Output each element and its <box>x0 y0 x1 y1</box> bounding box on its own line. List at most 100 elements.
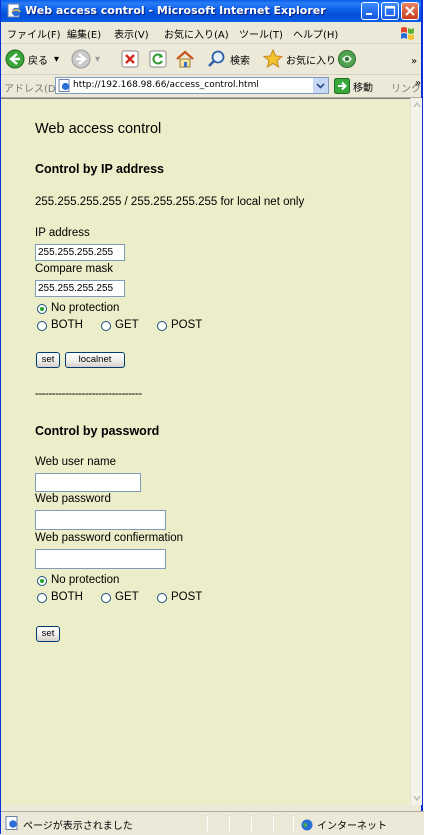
forward-arrow-icon <box>71 49 91 69</box>
search-button[interactable]: 検索 <box>207 48 250 70</box>
stop-button[interactable] <box>121 48 139 70</box>
radio-icon <box>37 593 47 603</box>
password-set-button[interactable]: set <box>36 626 60 642</box>
status-bar: ページが表示されました インターネット <box>1 811 424 835</box>
forward-dropdown-icon[interactable]: ▾ <box>95 54 100 65</box>
media-icon <box>338 50 356 68</box>
page-heading: Web access control <box>35 121 162 137</box>
status-divider <box>207 815 208 831</box>
status-divider <box>229 815 230 831</box>
stop-icon <box>121 50 139 68</box>
pw-radio-get-label: GET <box>115 591 139 603</box>
search-icon <box>208 50 225 67</box>
ie-document-icon <box>7 3 21 18</box>
status-divider <box>273 815 274 831</box>
ip-address-label: IP address <box>35 227 90 239</box>
radio-selected-icon <box>37 304 47 314</box>
menu-help[interactable]: ヘルプ(H) <box>293 26 338 41</box>
ip-radio-both-label: BOTH <box>51 319 83 331</box>
go-arrow-icon <box>334 78 350 94</box>
scroll-down-icon[interactable] <box>412 792 422 804</box>
web-user-name-input[interactable] <box>35 473 141 492</box>
radio-icon <box>37 321 47 331</box>
status-zone-label: インターネット <box>317 821 387 832</box>
address-url: http://192.168.98.66/access_control.html <box>73 80 259 90</box>
compare-mask-label: Compare mask <box>35 263 113 275</box>
address-dropdown-button[interactable] <box>313 78 328 93</box>
home-icon <box>176 50 194 68</box>
pw-radio-both-label: BOTH <box>51 591 83 603</box>
scroll-up-icon[interactable] <box>412 99 422 111</box>
maximize-icon <box>384 5 396 17</box>
section-separator: -------------------------------- <box>35 388 142 400</box>
web-password-confirm-label: Web password confiermation <box>35 532 184 544</box>
pw-radio-no-protection-label: No protection <box>51 574 120 586</box>
web-password-label: Web password <box>35 493 111 505</box>
ip-radio-get-label: GET <box>115 319 139 331</box>
menu-edit[interactable]: 編集(E) <box>67 26 101 41</box>
window-title: Web access control - Microsoft Internet … <box>25 4 326 17</box>
toolbar-chevron-icon[interactable]: » <box>411 50 417 72</box>
radio-icon <box>101 593 111 603</box>
ip-radio-no-protection-label: No protection <box>51 302 120 314</box>
address-label: アドレス(D) <box>4 84 60 95</box>
back-label: 戻る <box>28 55 48 67</box>
search-label: 検索 <box>230 55 250 67</box>
menu-view[interactable]: 表示(V) <box>114 26 149 41</box>
back-button[interactable]: 戻る ▾ <box>5 48 59 70</box>
links-chevron-icon[interactable]: » <box>415 78 421 89</box>
back-arrow-icon <box>5 49 25 69</box>
menu-favorites[interactable]: お気に入り(A) <box>164 26 229 41</box>
web-password-input[interactable] <box>35 510 166 530</box>
ip-section-title: Control by IP address <box>35 162 164 176</box>
menu-bar: ファイル(F) 編集(E) 表示(V) お気に入り(A) ツール(T) ヘルプ(… <box>1 22 421 44</box>
radio-selected-icon <box>37 576 47 586</box>
pw-radio-post-label: POST <box>171 591 203 603</box>
page-content: Web access control Control by IP address… <box>1 98 410 805</box>
maximize-button[interactable] <box>381 2 399 20</box>
close-icon <box>405 6 415 16</box>
go-label: 移動 <box>353 82 373 94</box>
status-message: ページが表示されました <box>23 821 133 832</box>
ip-section-note: 255.255.255.255 / 255.255.255.255 for lo… <box>35 196 305 208</box>
refresh-icon <box>149 50 167 68</box>
vertical-scrollbar[interactable] <box>410 98 422 805</box>
page-done-icon <box>5 816 18 830</box>
back-dropdown-icon[interactable]: ▾ <box>54 54 59 65</box>
favorites-label: お気に入り <box>286 55 336 67</box>
browser-window: Web access control - Microsoft Internet … <box>0 0 424 835</box>
go-button[interactable]: 移動 <box>334 77 373 95</box>
ip-set-button[interactable]: set <box>36 352 60 368</box>
close-button[interactable] <box>401 2 419 20</box>
radio-icon <box>157 593 167 603</box>
web-user-name-label: Web user name <box>35 456 116 468</box>
localnet-button[interactable]: localnet <box>65 352 125 368</box>
forward-button[interactable]: ▾ <box>71 48 100 70</box>
compare-mask-input[interactable]: 255.255.255.255 <box>35 280 125 297</box>
address-input[interactable]: http://192.168.98.66/access_control.html <box>55 77 329 94</box>
web-password-confirm-input[interactable] <box>35 549 166 569</box>
radio-icon <box>157 321 167 331</box>
minimize-icon <box>366 13 372 15</box>
ip-radio-post-label: POST <box>171 319 203 331</box>
favorites-button[interactable]: お気に入り <box>263 48 336 70</box>
ip-address-input[interactable]: 255.255.255.255 <box>35 244 125 261</box>
chevron-down-icon <box>316 83 325 89</box>
favorites-star-icon <box>263 49 283 69</box>
radio-icon <box>101 321 111 331</box>
menu-tools[interactable]: ツール(T) <box>239 26 283 41</box>
minimize-button[interactable] <box>361 2 379 20</box>
media-button[interactable] <box>337 48 357 70</box>
menu-file[interactable]: ファイル(F) <box>7 26 61 41</box>
page-icon <box>58 79 70 92</box>
status-zone: インターネット <box>301 817 387 832</box>
refresh-button[interactable] <box>149 48 167 70</box>
windows-flag-icon <box>401 27 414 40</box>
status-divider <box>251 815 252 831</box>
home-button[interactable] <box>175 48 195 70</box>
title-bar[interactable]: Web access control - Microsoft Internet … <box>1 0 421 22</box>
internet-globe-icon <box>301 819 313 830</box>
standard-toolbar: 戻る ▾ ▾ 検索 お気に入り » <box>1 44 421 75</box>
address-bar: アドレス(D) http://192.168.98.66/access_cont… <box>1 75 421 98</box>
password-section-title: Control by password <box>35 424 160 438</box>
